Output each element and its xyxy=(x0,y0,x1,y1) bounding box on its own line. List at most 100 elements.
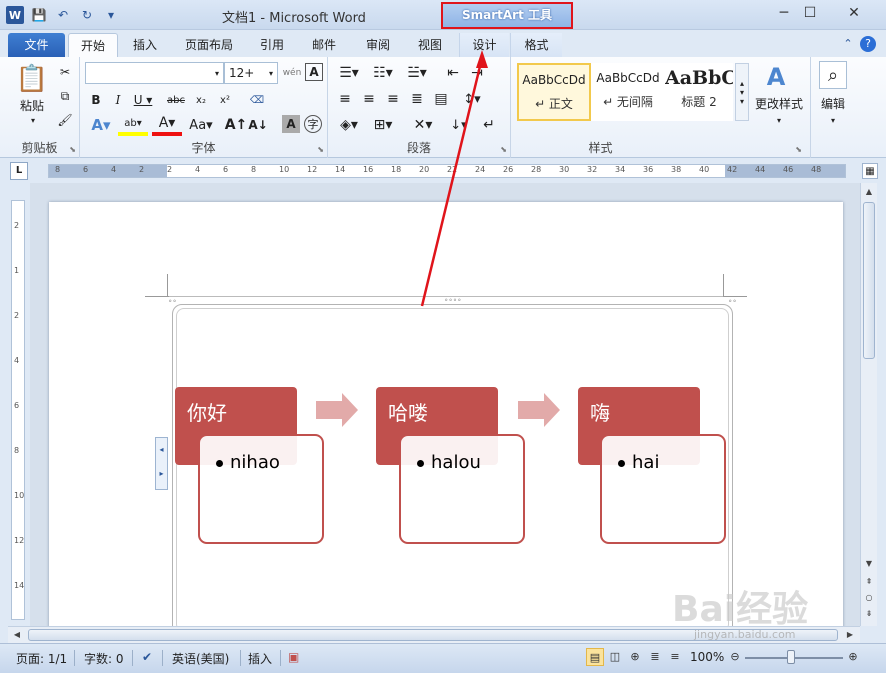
save-icon[interactable]: 💾 xyxy=(30,6,48,24)
font-name-dropdown-icon[interactable]: ▾ xyxy=(212,66,222,80)
previous-page-icon[interactable]: ⇞ xyxy=(863,576,875,588)
character-shading-icon[interactable]: A xyxy=(282,115,300,133)
outline-view-icon[interactable]: ≣ xyxy=(646,648,664,666)
vertical-scroll-thumb[interactable] xyxy=(863,202,875,359)
paste-dropdown-icon[interactable]: ▾ xyxy=(26,115,40,125)
tab-smartart-format[interactable]: 格式 xyxy=(510,33,562,57)
subscript-icon[interactable]: x₂ xyxy=(190,90,212,110)
document-area[interactable]: ∘∘∘∘ ∘∘ ∘∘ ◂ ▸ 你好 nihao 哈喽 halou 嗨 hai xyxy=(30,183,860,626)
text-effects-icon[interactable]: A▾ xyxy=(86,114,116,136)
clipboard-launcher-icon[interactable]: ⬊ xyxy=(69,145,76,154)
align-right-icon[interactable]: ≡ xyxy=(382,89,404,109)
tab-insert[interactable]: 插入 xyxy=(122,33,168,57)
zoom-level[interactable]: 100% xyxy=(690,650,724,664)
font-color-icon[interactable]: A▾ xyxy=(152,114,182,136)
page-count[interactable]: 页面: 1/1 xyxy=(16,650,67,667)
tab-references[interactable]: 引用 xyxy=(252,33,292,57)
resize-handle-top[interactable]: ∘∘∘∘ xyxy=(444,296,462,304)
customize-qat-icon[interactable]: ▾ xyxy=(102,6,120,24)
tab-selector-button[interactable]: L xyxy=(10,162,28,180)
tab-file[interactable]: 文件 xyxy=(8,33,65,57)
horizontal-ruler[interactable]: 8 6 4 2 2 4 6 8 10 12 14 16 18 20 22 24 26 28 30 32 34 36 38 40… xyxy=(48,164,846,178)
undo-icon[interactable]: ↶ xyxy=(54,6,72,24)
character-border-icon[interactable]: A xyxy=(305,63,323,81)
close-button[interactable]: ✕ xyxy=(834,0,874,26)
paste-icon[interactable]: 📋 xyxy=(14,61,50,97)
insert-mode-indicator[interactable]: 插入 xyxy=(248,650,272,667)
paragraph-launcher-icon[interactable]: ⬊ xyxy=(500,145,507,154)
next-page-icon[interactable]: ⇟ xyxy=(863,608,875,620)
scroll-left-icon[interactable]: ◀ xyxy=(11,629,23,641)
word-app-icon[interactable]: W xyxy=(6,6,24,24)
smartart-text-box-2[interactable]: halou xyxy=(399,434,525,544)
full-screen-reading-icon[interactable]: ◫ xyxy=(606,648,624,666)
resize-handle-corner[interactable]: ∘∘ xyxy=(168,297,177,305)
styles-launcher-icon[interactable]: ⬊ xyxy=(795,145,802,154)
show-hide-icon[interactable]: ↵ xyxy=(478,115,500,135)
bullets-icon[interactable]: ☰▾ xyxy=(334,63,364,83)
vertical-ruler[interactable]: 2 1 2 4 6 8 10 12 14 xyxy=(11,200,25,620)
tab-smartart-design[interactable]: 设计 xyxy=(459,33,509,57)
cut-icon[interactable]: ✂ xyxy=(56,63,74,81)
copy-icon[interactable]: ⧉ xyxy=(56,87,74,105)
editing-dropdown-icon[interactable]: ▾ xyxy=(827,115,839,125)
distributed-icon[interactable]: ▤ xyxy=(430,89,452,109)
change-styles-button[interactable]: 更改样式 xyxy=(751,95,807,111)
numbering-icon[interactable]: ☷▾ xyxy=(368,63,398,83)
shrink-font-icon[interactable]: A↓ xyxy=(248,114,268,136)
phonetic-guide-icon[interactable]: wén xyxy=(282,63,302,83)
styles-scroll-icon[interactable]: ▴ ▾ ▾ xyxy=(735,63,749,121)
smartart-text-box-1[interactable]: nihao xyxy=(198,434,324,544)
scroll-down-icon[interactable]: ▼ xyxy=(863,558,875,570)
view-ruler-icon[interactable]: ▦ xyxy=(862,163,878,179)
align-center-icon[interactable]: ≡ xyxy=(358,89,380,109)
tab-home[interactable]: 开始 xyxy=(68,33,118,57)
editing-button[interactable]: 编辑 xyxy=(811,95,855,111)
justify-icon[interactable]: ≣ xyxy=(406,89,428,109)
font-name-input[interactable] xyxy=(85,62,224,84)
shading-icon[interactable]: ◈▾ xyxy=(334,115,364,135)
change-case-icon[interactable]: Aa▾ xyxy=(186,114,216,136)
browse-object-icon[interactable]: ○ xyxy=(863,592,875,604)
redo-icon[interactable]: ↻ xyxy=(78,6,96,24)
tab-page-layout[interactable]: 页面布局 xyxy=(176,33,242,57)
tab-view[interactable]: 视图 xyxy=(408,33,452,57)
increase-indent-icon[interactable]: ⇥ xyxy=(466,63,488,83)
line-spacing-icon[interactable]: ↕▾ xyxy=(458,89,486,109)
style-card-heading-2[interactable]: AaBbC( 标题 2 xyxy=(665,63,733,121)
sort-icon[interactable]: ↓▾ xyxy=(446,115,472,135)
tab-review[interactable]: 审阅 xyxy=(356,33,400,57)
font-size-dropdown-icon[interactable]: ▾ xyxy=(266,66,276,80)
print-layout-view-icon[interactable]: ▤ xyxy=(586,648,604,666)
find-binoculars-icon[interactable]: ⌕ xyxy=(819,61,847,89)
change-styles-dropdown-icon[interactable]: ▾ xyxy=(773,115,785,125)
font-launcher-icon[interactable]: ⬊ xyxy=(317,145,324,154)
macro-record-icon[interactable]: ▣ xyxy=(288,650,299,664)
maximize-button[interactable]: ☐ xyxy=(790,0,830,26)
collapse-ribbon-icon[interactable]: ⌃ xyxy=(840,36,856,52)
language-indicator[interactable]: 英语(美国) xyxy=(172,650,229,667)
smartart-text-box-3[interactable]: hai xyxy=(600,434,726,544)
word-count[interactable]: 字数: 0 xyxy=(84,650,124,667)
paste-button[interactable]: 粘贴 xyxy=(10,97,54,113)
multilevel-list-icon[interactable]: ☱▾ xyxy=(402,63,432,83)
change-styles-icon[interactable]: A xyxy=(761,61,791,93)
proofing-icon[interactable]: ✔ xyxy=(142,650,152,664)
resize-handle-corner[interactable]: ∘∘ xyxy=(728,297,737,305)
zoom-in-icon[interactable]: ⊕ xyxy=(844,648,862,666)
clear-formatting-icon[interactable]: ⌫ xyxy=(246,90,268,110)
decrease-indent-icon[interactable]: ⇤ xyxy=(442,63,464,83)
strikethrough-icon[interactable]: abc xyxy=(164,90,188,110)
grow-font-icon[interactable]: A↑ xyxy=(225,114,248,136)
tab-mailings[interactable]: 邮件 xyxy=(302,33,346,57)
scroll-right-icon[interactable]: ▶ xyxy=(844,629,856,641)
web-layout-icon[interactable]: ⊕ xyxy=(626,648,644,666)
zoom-slider-thumb[interactable] xyxy=(787,650,795,664)
superscript-icon[interactable]: x² xyxy=(214,90,236,110)
italic-icon[interactable]: I xyxy=(108,90,128,110)
borders-icon[interactable]: ⊞▾ xyxy=(368,115,398,135)
align-left-icon[interactable]: ≡ xyxy=(334,89,356,109)
zoom-out-icon[interactable]: ⊖ xyxy=(726,648,744,666)
help-icon[interactable]: ? xyxy=(860,36,876,52)
bold-icon[interactable]: B xyxy=(86,90,106,110)
